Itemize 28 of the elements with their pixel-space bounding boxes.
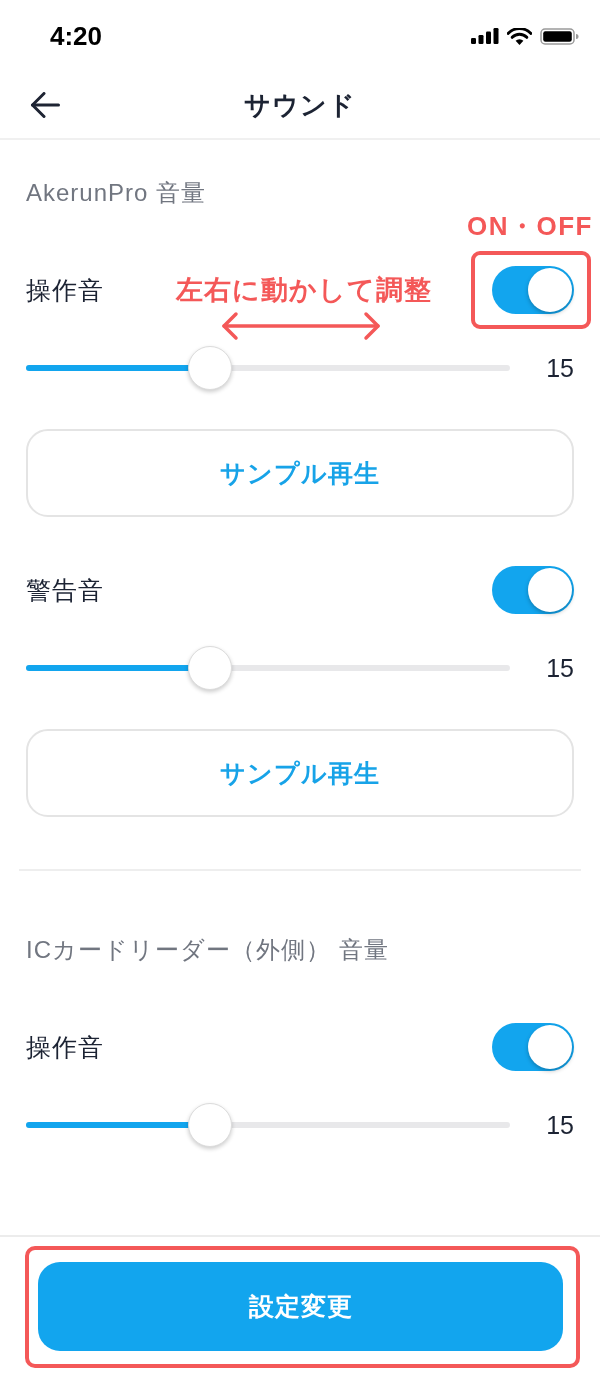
toggle-switch[interactable] — [492, 266, 574, 314]
slider-thumb[interactable] — [187, 346, 232, 390]
volume-value: 15 — [546, 353, 574, 383]
setting-label: 警告音 — [26, 574, 104, 606]
section-title: ICカードリーダー（外側） 音量 — [26, 935, 389, 965]
status-time: 4:20 — [50, 20, 103, 52]
annotation-label: ON・OFF — [467, 210, 593, 243]
toggle-switch[interactable] — [492, 566, 574, 614]
volume-value: 15 — [546, 1110, 574, 1140]
annotation-label: 左右に動かして調整 — [176, 274, 432, 307]
wifi-icon — [507, 27, 532, 45]
setting-label: 操作音 — [26, 1031, 104, 1063]
volume-value: 15 — [546, 653, 574, 683]
signal-icon — [471, 28, 499, 44]
toggle-switch[interactable] — [492, 1023, 574, 1071]
sample-play-button[interactable]: サンプル再生 — [26, 729, 574, 817]
back-arrow-icon[interactable] — [30, 92, 60, 118]
sample-play-button[interactable]: サンプル再生 — [26, 429, 574, 517]
section-title: AkerunPro 音量 — [26, 178, 207, 208]
slider-thumb[interactable] — [187, 1103, 232, 1147]
slider-thumb[interactable] — [187, 646, 232, 690]
slider-track[interactable] — [26, 646, 510, 690]
slider-track[interactable] — [26, 1103, 510, 1147]
screen-title: サウンド — [244, 88, 356, 122]
battery-icon — [540, 27, 579, 45]
slider-track[interactable] — [26, 346, 510, 390]
save-settings-button[interactable]: 設定変更 — [38, 1262, 563, 1351]
setting-label: 操作音 — [26, 274, 104, 306]
